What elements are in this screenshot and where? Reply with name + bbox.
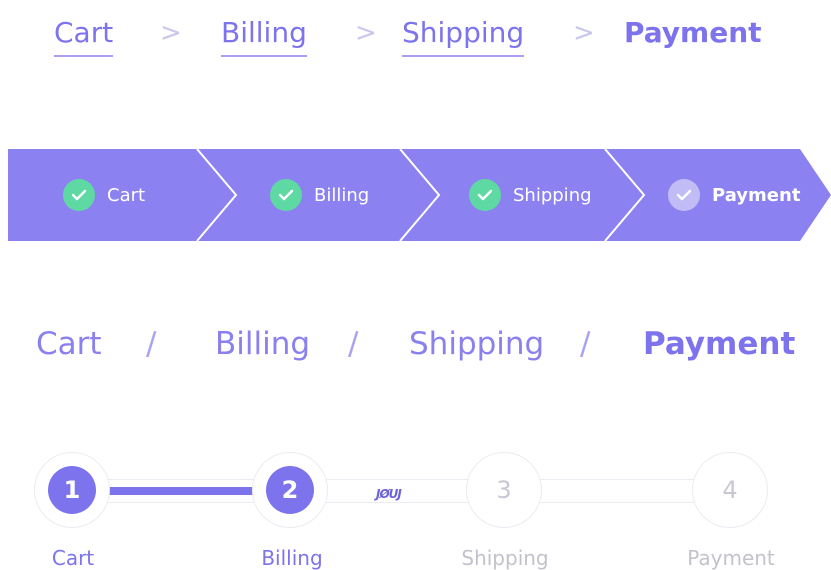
- chevron-right-icon: >: [160, 18, 182, 48]
- step-label-cart: Cart: [51, 546, 95, 570]
- breadcrumb-label: Shipping: [402, 16, 525, 49]
- breadcrumb-current-payment: Payment: [624, 16, 762, 49]
- arrow-step-label: Shipping: [513, 184, 592, 206]
- step-number: 3: [496, 476, 512, 504]
- breadcrumb-label: Billing: [221, 16, 307, 49]
- step-label-payment: Payment: [687, 546, 775, 570]
- step-label-billing: Billing: [261, 546, 323, 570]
- step-node-1[interactable]: 1: [34, 452, 110, 528]
- arrow-step-label: Cart: [107, 184, 146, 206]
- breadcrumb-billing-link[interactable]: Billing: [215, 326, 310, 362]
- check-icon: [63, 179, 95, 211]
- breadcrumb-slash: Cart / Billing / Shipping / Payment: [0, 326, 831, 370]
- arrow-progress-bar: Cart Billing Shipping Payment: [0, 149, 831, 241]
- arrow-step-cart[interactable]: Cart: [63, 149, 145, 241]
- step-label-shipping: Shipping: [461, 546, 549, 570]
- arrow-step-label: Payment: [712, 184, 801, 206]
- slash-separator: /: [348, 326, 359, 362]
- chevron-right-icon: >: [355, 18, 377, 48]
- check-icon: [270, 179, 302, 211]
- step-node-4[interactable]: 4: [692, 452, 768, 528]
- step-number: 4: [722, 476, 738, 504]
- arrow-step-label: Billing: [314, 184, 370, 206]
- breadcrumb-billing-link[interactable]: Billing: [221, 16, 307, 57]
- check-icon: [668, 179, 700, 211]
- wip-mark: JØUJ: [376, 487, 402, 501]
- step-node-3[interactable]: 3: [466, 452, 542, 528]
- breadcrumb-current-payment: Payment: [643, 326, 796, 362]
- breadcrumb-shipping-link[interactable]: Shipping: [402, 16, 525, 57]
- breadcrumb-cart-link[interactable]: Cart: [54, 16, 114, 57]
- step-node-2[interactable]: 2: [252, 452, 328, 528]
- step-number: 2: [266, 466, 314, 514]
- breadcrumb-shipping-link[interactable]: Shipping: [409, 326, 544, 362]
- breadcrumb-underline: Cart > Billing > Shipping > Payment: [0, 12, 831, 57]
- arrow-step-billing[interactable]: Billing: [270, 149, 369, 241]
- slash-separator: /: [580, 326, 591, 362]
- underline: [402, 55, 525, 57]
- arrow-step-payment[interactable]: Payment: [668, 149, 800, 241]
- underline: [221, 55, 307, 57]
- check-icon: [469, 179, 501, 211]
- chevron-right-icon: >: [573, 18, 595, 48]
- slash-separator: /: [146, 326, 157, 362]
- step-number: 1: [48, 466, 96, 514]
- breadcrumb-label: Cart: [54, 16, 114, 49]
- breadcrumb-cart-link[interactable]: Cart: [36, 326, 102, 362]
- underline: [54, 55, 114, 57]
- arrow-step-shipping[interactable]: Shipping: [469, 149, 592, 241]
- numbered-stepper: JØUJ 1 2 3 4 Cart Billing Shipping Payme…: [0, 452, 831, 570]
